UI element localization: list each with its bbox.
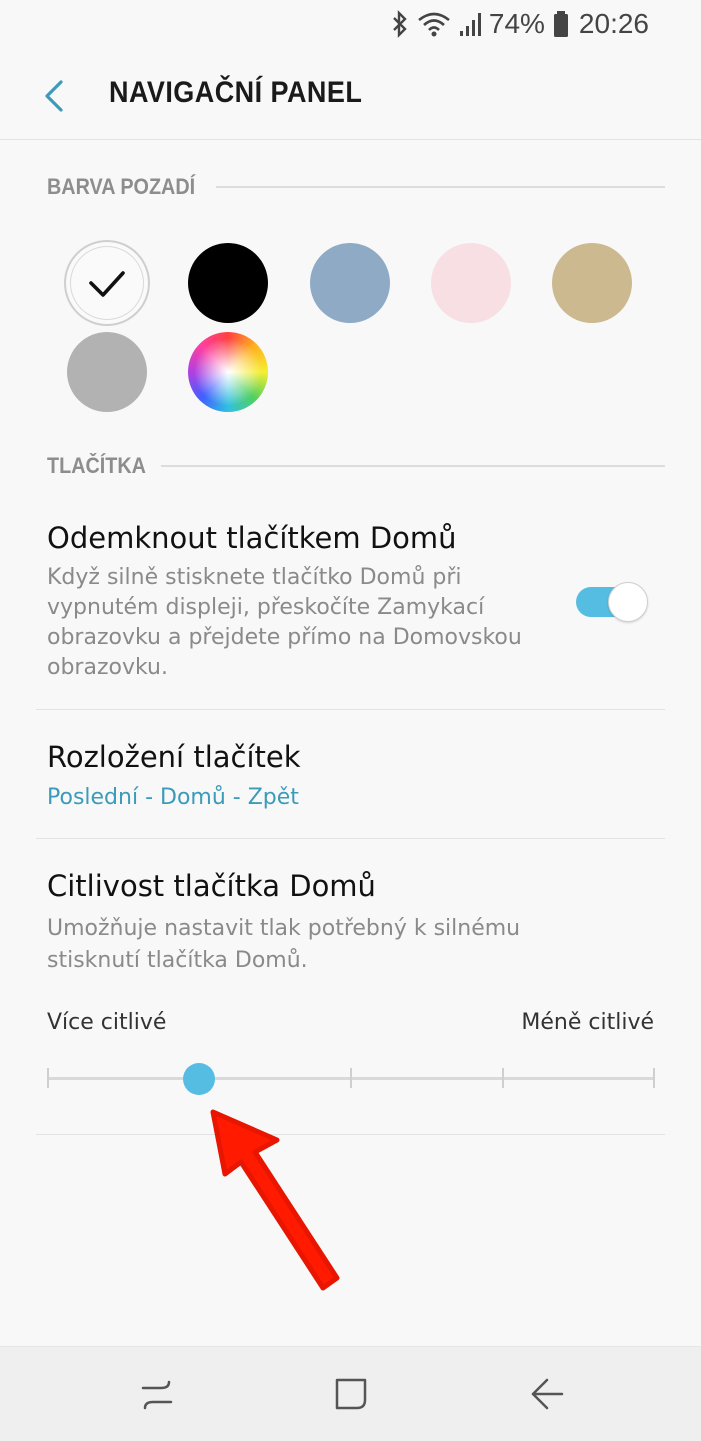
slider-tick: [47, 1068, 49, 1088]
swatch-black[interactable]: [188, 243, 268, 323]
section-title: TLAČÍTKA: [47, 453, 146, 478]
unlock-home-desc-4: obrazovku.: [47, 655, 168, 680]
swatch-gray[interactable]: [67, 332, 147, 412]
slider-knob[interactable]: [183, 1063, 215, 1095]
signal-icon: [459, 11, 481, 37]
clock: 20:26: [578, 8, 649, 39]
section-header-buttons: TLAČÍTKA: [47, 451, 665, 481]
sensitivity-desc-1: Umožňuje nastavit tlak potřebný k silném…: [47, 916, 521, 941]
swatch-white[interactable]: [64, 240, 150, 326]
sensitivity-title: Citlivost tlačítka Domů: [47, 869, 376, 903]
row-divider: [36, 709, 665, 710]
sensitivity-desc-2: stisknutí tlačítka Domů.: [47, 948, 308, 973]
swatch-blue[interactable]: [310, 243, 390, 323]
back-icon[interactable]: [517, 1369, 577, 1419]
app-bar: NAVIGAČNÍ PANEL: [0, 48, 701, 140]
slider-label-left: Více citlivé: [47, 1010, 167, 1035]
section-title: BARVA POZADÍ: [47, 174, 196, 199]
slider-tick: [502, 1068, 504, 1088]
row-divider: [36, 838, 665, 839]
unlock-home-desc-3: obrazovku a přejdete přímo na Domovskou: [47, 625, 522, 650]
unlock-home-desc-2: vypnutém displeji, přeskočíte Zamykací: [47, 595, 485, 620]
bluetooth-icon: [391, 10, 409, 38]
sensitivity-slider[interactable]: [47, 1063, 655, 1095]
unlock-home-desc-1: Když silně stisknete tlačítko Domů při: [47, 565, 462, 590]
slider-tick: [653, 1068, 655, 1088]
section-divider: [215, 186, 665, 188]
unlock-home-toggle[interactable]: [576, 582, 650, 622]
section-divider: [160, 465, 665, 467]
swatch-pink[interactable]: [431, 243, 511, 323]
annotation-arrow-icon: [210, 1109, 340, 1291]
battery-percent: 74%: [488, 8, 545, 39]
recents-icon[interactable]: [127, 1369, 187, 1419]
section-header-background: BARVA POZADÍ: [47, 172, 665, 202]
home-icon[interactable]: [321, 1369, 381, 1419]
back-arrow-icon[interactable]: [30, 74, 78, 118]
status-bar: 74% 20:26: [0, 0, 701, 48]
swatch-custom-color-wheel[interactable]: [188, 332, 268, 412]
button-layout-title[interactable]: Rozložení tlačítek: [47, 740, 301, 774]
toggle-thumb: [608, 582, 648, 622]
swatch-gold[interactable]: [552, 243, 632, 323]
unlock-home-title[interactable]: Odemknout tlačítkem Domů: [47, 521, 457, 555]
wifi-icon: [417, 10, 451, 38]
slider-label-right: Méně citlivé: [521, 1010, 654, 1035]
checkmark-icon: [89, 271, 125, 297]
slider-tick: [350, 1068, 352, 1088]
button-layout-value[interactable]: Poslední - Domů - Zpět: [47, 785, 299, 810]
navigation-bar: [0, 1346, 701, 1441]
battery-icon: [553, 10, 569, 38]
page-title: NAVIGAČNÍ PANEL: [109, 76, 363, 109]
